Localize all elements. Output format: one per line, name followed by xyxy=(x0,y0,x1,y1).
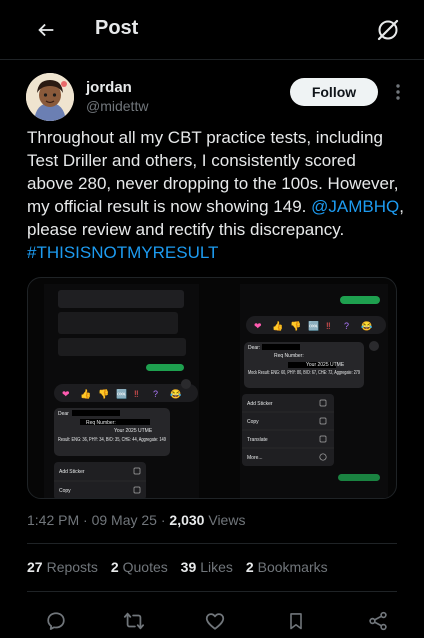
reposts-stat[interactable]: 27 Reposts xyxy=(27,559,98,575)
reaction-thumbs-down: 👎 xyxy=(98,389,109,399)
more-vertical-icon xyxy=(396,84,400,100)
views-label: Views xyxy=(208,512,246,528)
author-handle[interactable]: @midettw xyxy=(86,98,148,114)
reaction-thumbs-up: 👍 xyxy=(272,320,283,331)
grok-button[interactable] xyxy=(372,14,404,46)
reaction-cool: 🆒 xyxy=(308,320,319,331)
message-line: Mock Result: ENG: 60, PHY: 80, BIO: 67, … xyxy=(248,370,360,376)
repost-button[interactable] xyxy=(120,607,148,635)
arrow-left-icon xyxy=(38,23,54,37)
hashtag-link[interactable]: #THISISNOTMYRESULT xyxy=(27,243,218,262)
post-time[interactable]: 1:42 PM xyxy=(27,512,79,528)
reaction-heart: ❤ xyxy=(62,389,70,399)
message-line: Dear: xyxy=(248,345,260,351)
top-bar: Post xyxy=(0,0,424,60)
reposts-label: Reposts xyxy=(46,559,98,575)
divider xyxy=(27,543,397,544)
post-text: Throughout all my CBT practice tests, in… xyxy=(27,126,405,264)
page-title: Post xyxy=(95,17,139,39)
menu-item-add-sticker: Add Sticker xyxy=(59,469,85,475)
likes-stat[interactable]: 39 Likes xyxy=(181,559,233,575)
follow-button[interactable]: Follow xyxy=(290,78,378,106)
divider xyxy=(27,591,397,592)
share-button[interactable] xyxy=(364,607,392,635)
message-line: Req Number: xyxy=(86,420,116,426)
post-author: jordan @midettw Follow xyxy=(26,73,406,123)
message-line: Result: ENG: 36, PHY: 34, BIO: 35, CHE: … xyxy=(58,437,166,443)
likes-count: 39 xyxy=(180,559,197,575)
media-screenshots: ❤ 👍 👎 🆒 ‼ ? 😂 Dear Req Number: Your 2025… xyxy=(44,284,388,498)
more-options-button[interactable] xyxy=(390,80,406,104)
repost-icon xyxy=(123,612,145,630)
reply-icon xyxy=(47,612,65,630)
left-screenshot: ❤ 👍 👎 🆒 ‼ ? 😂 Dear Req Number: Your 2025… xyxy=(44,284,199,498)
bookmark-button[interactable] xyxy=(282,607,310,635)
post-meta: 1:42 PM · 09 May 25 · 2,030 Views xyxy=(27,512,246,528)
right-screenshot: ❤ 👍 👎 🆒 ‼ ? 😂 Dear: Req Number: Your 202… xyxy=(240,284,388,498)
author-name[interactable]: jordan xyxy=(86,79,132,96)
reaction-cool: 🆒 xyxy=(116,388,127,399)
post-stats: 27 Reposts 2 Quotes 39 Likes 2 Bookmarks xyxy=(27,559,337,575)
views-count: 2,030 xyxy=(169,512,205,528)
reaction-exclaim: ‼ xyxy=(134,389,139,399)
menu-item-translate: Translate xyxy=(247,437,268,443)
quotes-stat[interactable]: 2 Quotes xyxy=(111,559,168,575)
message-line: Dear xyxy=(58,411,69,417)
reaction-thumbs-up: 👍 xyxy=(80,388,91,399)
reaction-laugh: 😂 xyxy=(170,389,181,399)
reaction-question: ? xyxy=(344,321,349,331)
grok-icon xyxy=(377,19,399,41)
reposts-count: 27 xyxy=(27,559,43,575)
bookmarks-count: 2 xyxy=(245,559,254,575)
like-icon xyxy=(205,613,225,630)
quotes-count: 2 xyxy=(110,559,119,575)
avatar-illustration xyxy=(26,73,74,121)
message-line: Your 2025 UTME xyxy=(114,428,153,434)
message-line: Req Number: xyxy=(274,353,304,359)
menu-item-add-sticker: Add Sticker xyxy=(247,401,273,407)
mention-link[interactable]: @JAMBHQ xyxy=(311,197,399,216)
bookmarks-label: Bookmarks xyxy=(257,559,328,575)
reaction-laugh: 😂 xyxy=(361,321,372,331)
action-bar xyxy=(28,601,396,637)
reaction-question: ? xyxy=(153,389,158,399)
reaction-exclaim: ‼ xyxy=(326,321,331,331)
bookmarks-stat[interactable]: 2 Bookmarks xyxy=(246,559,328,575)
back-button[interactable] xyxy=(30,14,62,46)
quotes-label: Quotes xyxy=(122,559,168,575)
post-date[interactable]: 09 May 25 xyxy=(92,512,157,528)
reaction-thumbs-down: 👎 xyxy=(290,321,301,331)
message-line: Your 2025 UTME xyxy=(306,362,345,368)
reply-button[interactable] xyxy=(42,607,70,635)
menu-item-more: More... xyxy=(247,455,263,461)
menu-item-copy: Copy xyxy=(247,419,259,425)
like-button[interactable] xyxy=(201,607,229,635)
share-icon xyxy=(369,611,387,631)
bookmark-icon xyxy=(290,613,302,630)
avatar[interactable] xyxy=(26,73,74,121)
post-media[interactable]: ❤ 👍 👎 🆒 ‼ ? 😂 Dear Req Number: Your 2025… xyxy=(27,277,397,499)
likes-label: Likes xyxy=(200,559,233,575)
reaction-heart: ❤ xyxy=(254,321,262,331)
menu-item-copy: Copy xyxy=(59,488,71,494)
